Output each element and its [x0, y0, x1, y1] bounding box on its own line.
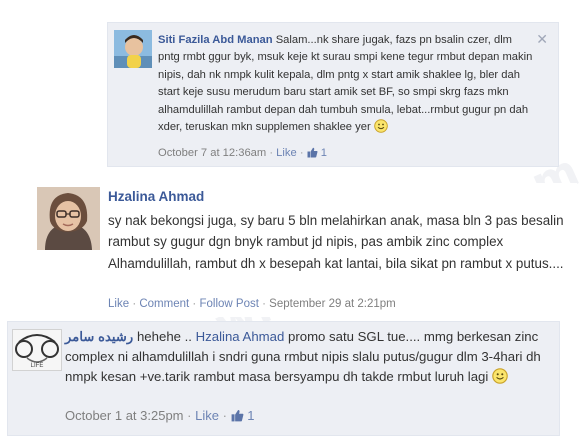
timestamp[interactable]: September 29 at 2:21pm [269, 298, 396, 310]
separator: · [222, 408, 227, 423]
like-link[interactable]: Like [276, 147, 297, 159]
author-link[interactable]: Siti Fazila Abd Manan [158, 34, 273, 46]
like-count[interactable]: 1 [247, 408, 254, 423]
comment-body: Siti Fazila Abd Manan Salam...nk share j… [158, 32, 533, 139]
author-link[interactable]: Hzalina Ahmad [108, 189, 204, 204]
avatar-logo-text: LIFE [31, 363, 44, 369]
comment-meta: October 7 at 12:36am · Like · 1 [158, 147, 327, 161]
comment-meta: Like · Comment · Follow Post · September… [108, 298, 396, 310]
smiley-icon [373, 119, 388, 139]
timestamp[interactable]: October 7 at 12:36am [158, 147, 266, 159]
close-icon[interactable]: ✕ [536, 31, 548, 48]
separator: · [192, 298, 197, 310]
author-name: Hzalina Ahmad [108, 189, 204, 204]
comment-2: Hzalina Ahmad sy nak bekongsi juga, sy b… [37, 183, 577, 317]
comment-text: hehehe .. [133, 329, 196, 344]
like-link[interactable]: Like [195, 408, 219, 423]
comment-text: sy nak bekongsi juga, sy baru 5 bln mela… [108, 213, 564, 271]
timestamp[interactable]: October 1 at 3:25pm [65, 408, 184, 423]
separator: · [299, 147, 304, 159]
like-link[interactable]: Like [108, 298, 129, 310]
thumbs-up-icon[interactable] [231, 409, 244, 425]
avatar[interactable] [114, 30, 152, 68]
comment-link[interactable]: Comment [139, 298, 189, 310]
avatar[interactable]: LIFE [12, 329, 62, 371]
separator: · [187, 408, 192, 423]
comment-meta: October 1 at 3:25pm · Like · 1 [65, 408, 254, 425]
follow-post-link[interactable]: Follow Post [199, 298, 258, 310]
smiley-icon [492, 368, 508, 390]
comment-text: Salam...nk share jugak, fazs pn bsalin c… [158, 34, 533, 134]
thumbs-up-icon[interactable] [307, 147, 318, 161]
like-count[interactable]: 1 [321, 147, 327, 159]
separator: · [132, 298, 137, 310]
avatar[interactable] [37, 187, 100, 250]
comment-body: رشيده سامر hehehe .. Hzalina Ahmad promo… [65, 327, 545, 391]
author-link[interactable]: رشيده سامر [65, 329, 133, 344]
comment-1: Siti Fazila Abd Manan Salam...nk share j… [107, 22, 559, 167]
comment-3: LIFE رشيده سامر hehehe .. Hzalina Ahmad … [7, 321, 560, 436]
separator: · [269, 147, 274, 159]
mention-link[interactable]: Hzalina Ahmad [196, 329, 285, 344]
separator: · [262, 298, 266, 310]
